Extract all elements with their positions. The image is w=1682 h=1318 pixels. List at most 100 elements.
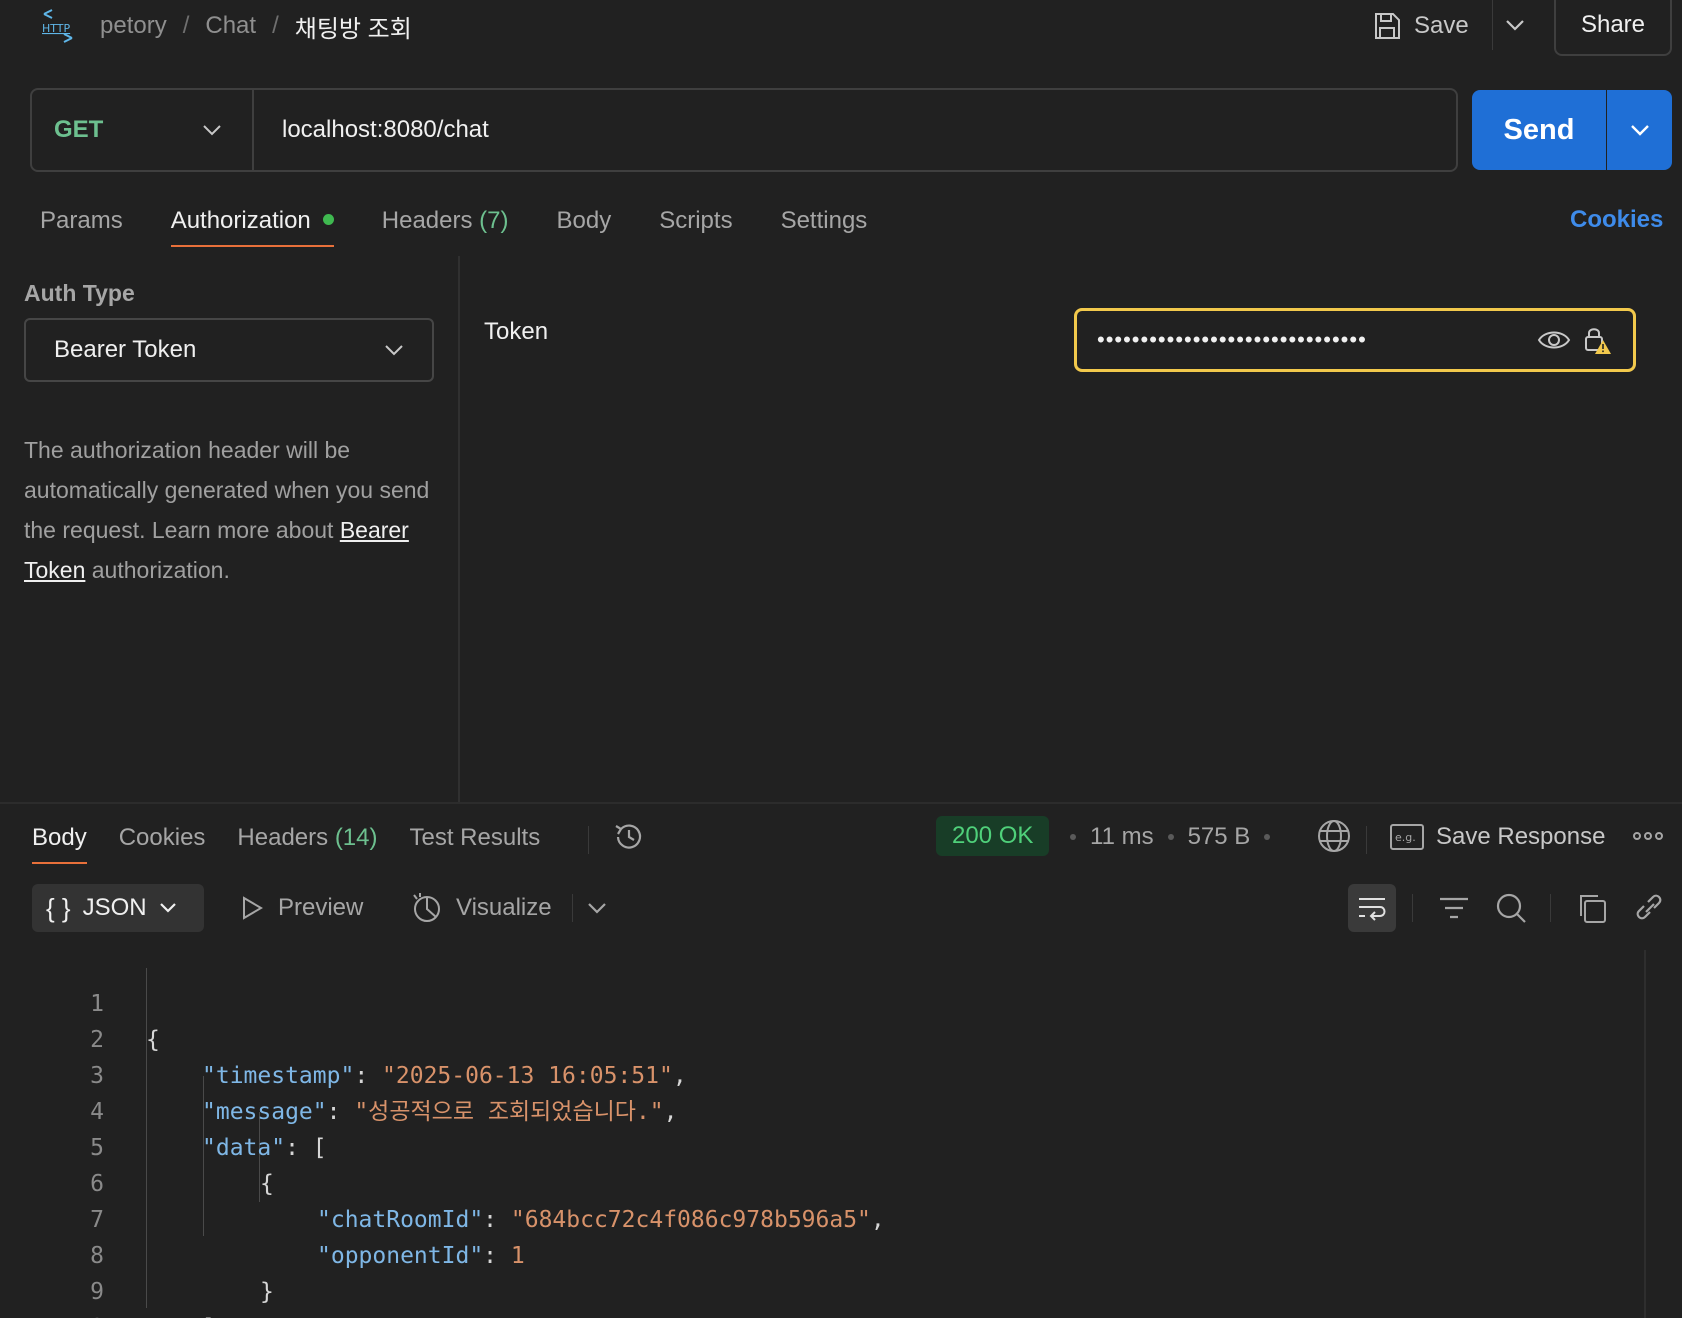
tab-body[interactable]: Body [557,207,612,247]
code-text: } [260,1279,274,1305]
save-button[interactable]: Save [1372,6,1469,46]
toolbar-separator [1550,894,1551,922]
send-options-dropdown[interactable] [1607,90,1672,170]
code-line: 9 ] [0,1238,216,1318]
token-input[interactable]: ••••••••••••••••••••••••••••••• [1074,308,1636,372]
breadcrumb-request-name[interactable]: 채팅방 조회 [295,9,412,44]
json-number-value: 1 [510,1243,525,1269]
breadcrumb-collection[interactable]: Chat [205,12,256,40]
request-tabs: Params Authorization Headers (7) Body Sc… [40,200,915,254]
chevron-down-icon [159,903,176,913]
copy-icon[interactable] [1576,890,1608,926]
share-button[interactable]: Share [1554,0,1672,56]
preview-label: Preview [278,894,364,921]
indent-guide [146,968,147,1308]
tab-headers[interactable]: Headers (7) [382,207,509,247]
code-line: 5 { [0,1094,274,1197]
token-masked-value: ••••••••••••••••••••••••••••••• [1097,327,1367,352]
example-icon: e.g. [1390,824,1424,850]
link-icon[interactable] [1632,890,1666,926]
code-line: 2 "timestamp": "2025-06-13 16:05:51", [0,986,687,1089]
code-text: ] [202,1310,216,1318]
response-body-code[interactable]: 1 { 2 "timestamp": "2025-06-13 16:05:51"… [0,950,1640,1318]
svg-text:HTTP: HTTP [42,22,71,35]
response-tab-cookies[interactable]: Cookies [119,824,206,864]
svg-text:e.g.: e.g. [1395,831,1416,844]
tab-headers-label: Headers [381,207,473,234]
auth-panel-divider [458,256,460,802]
status-badge[interactable]: 200 OK [936,816,1050,856]
search-icon[interactable] [1494,890,1528,926]
format-select[interactable]: { } JSON [32,884,204,932]
code-line: 6 "chatRoomId": "684bcc72c4f086c978b596a… [0,1130,885,1233]
headers-count: (7) [479,207,509,234]
chevron-down-icon [385,345,403,356]
wrap-lines-button[interactable] [1348,884,1396,932]
code-line: 4 "data": [ [0,1058,327,1161]
code-line: 10 } [0,1274,104,1318]
code-line: 8 } [0,1202,274,1305]
vertical-scrollbar[interactable] [1644,950,1646,1318]
lock-warning-icon[interactable] [1581,324,1613,356]
toolbar-separator [572,894,573,922]
braces-icon: { } [46,892,71,923]
response-divider[interactable] [0,802,1682,804]
chevron-down-icon [1505,20,1524,31]
auth-description-suffix: authorization. [85,557,230,583]
response-tab-headers[interactable]: Headers (14) [237,824,377,864]
visualize-button[interactable]: Visualize [410,890,552,926]
wrap-lines-icon [1359,898,1386,921]
url-bar: GET localhost:8080/chat [30,88,1458,172]
response-tab-body[interactable]: Body [32,824,87,864]
history-icon[interactable] [612,820,646,854]
preview-button[interactable]: Preview [240,890,363,926]
tab-authorization[interactable]: Authorization [170,207,334,247]
response-time[interactable]: 11 ms [1090,823,1154,851]
json-string-value: "684bcc72c4f086c978b596a5" [510,1207,871,1233]
chevron-down-icon[interactable] [584,894,610,922]
json-key: "timestamp" [202,1063,355,1089]
json-string-value: "성공적으로 조회되었습니다." [354,1099,664,1125]
cookies-link[interactable]: Cookies [1570,206,1663,234]
auth-type-select[interactable]: Bearer Token [24,318,434,382]
meta-dot [1264,834,1271,840]
save-response-button[interactable]: e.g. Save Response [1390,820,1605,854]
save-options-dropdown[interactable] [1492,0,1536,50]
breadcrumb-separator: / [182,12,190,39]
globe-icon[interactable] [1316,818,1352,854]
more-options-icon[interactable] [1632,826,1664,846]
meta-dot [1167,834,1174,840]
method-value: GET [54,116,104,143]
url-input[interactable]: localhost:8080/chat [282,90,489,170]
auth-description: The authorization header will be automat… [24,430,444,590]
breadcrumb-workspace[interactable]: petory [100,12,167,40]
json-string-value: "2025-06-13 16:05:51" [382,1063,673,1089]
filter-icon[interactable] [1438,890,1470,926]
token-label: Token [484,318,549,345]
json-key: "opponentId" [317,1243,484,1269]
code-line: 7 "opponentId": 1 [0,1166,525,1269]
tab-settings[interactable]: Settings [781,207,868,247]
auth-type-label: Auth Type [24,280,135,306]
response-size[interactable]: 575 B [1188,823,1251,851]
eye-icon[interactable] [1537,328,1571,352]
active-indicator-dot [322,214,334,226]
response-tab-test-results[interactable]: Test Results [410,824,541,864]
toolbar-separator [1412,894,1413,922]
visualize-icon [413,893,440,922]
save-response-label: Save Response [1436,823,1606,850]
toolbar-separator [1366,826,1367,854]
tab-scripts[interactable]: Scripts [659,207,732,247]
visualize-label: Visualize [456,894,552,921]
code-text: { [146,1027,160,1053]
tab-authorization-label: Authorization [170,207,311,234]
response-tab-headers-label: Headers [237,824,329,851]
code-text: { [260,1171,274,1197]
play-icon [243,896,263,920]
send-button[interactable]: Send [1472,90,1606,170]
breadcrumb: petory / Chat / 채팅방 조회 [100,8,412,44]
response-meta: 11 ms 575 B [1070,820,1271,854]
tab-params[interactable]: Params [40,207,123,247]
method-select[interactable]: GET [32,90,254,170]
auth-type-value: Bearer Token [54,336,197,363]
